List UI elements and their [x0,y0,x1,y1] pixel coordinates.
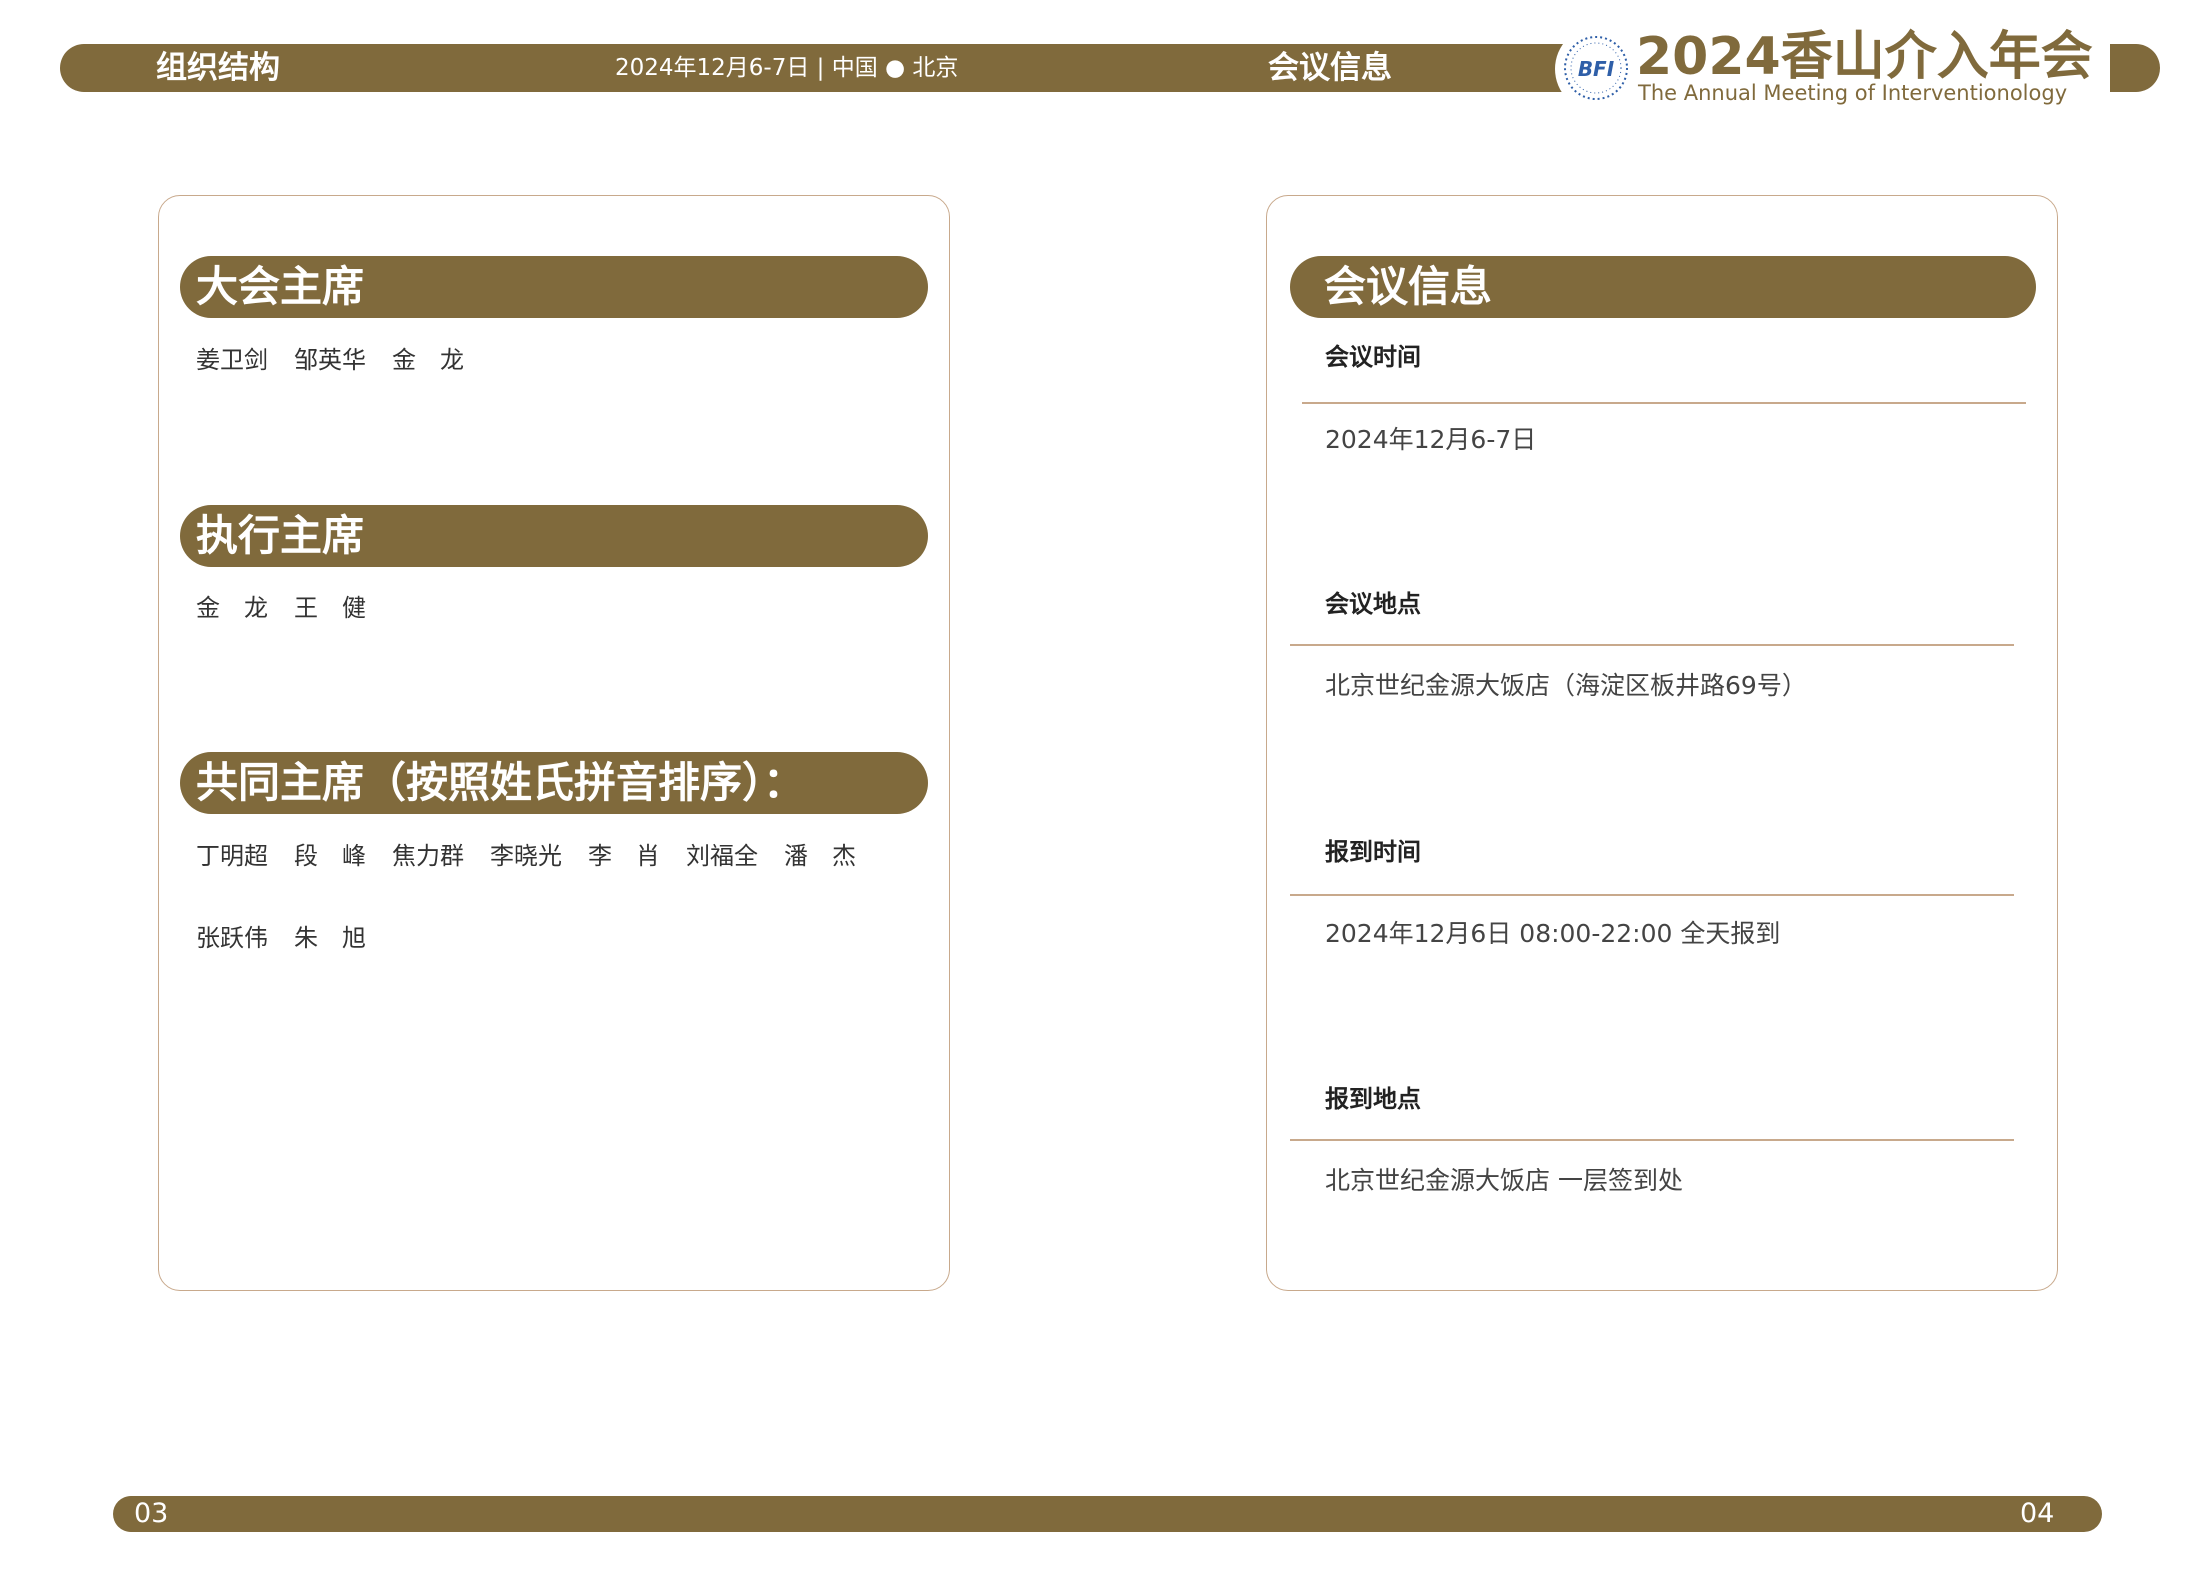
info-value-meeting-venue: 北京世纪金源大饭店（海淀区板井路69号） [1325,671,1807,700]
section-title-executive-chairman: 执行主席 [196,511,365,560]
divider [1290,644,2014,646]
info-label-meeting-venue: 会议地点 [1325,590,1421,618]
person-name: 李 肖 [588,842,660,870]
person-name: 朱 旭 [294,924,366,952]
person-name: 潘 杰 [784,842,856,870]
section-title-meeting-info: 会议信息 [1268,50,1392,86]
info-label-registration-time: 报到时间 [1325,838,1421,866]
person-name: 王 健 [294,594,366,622]
person-name: 焦力群 [392,842,464,870]
section-title-meeting-info-card: 会议信息 [1324,262,1493,311]
names-co-chairman-line-1: 丁明超段 峰焦力群 李晓光李 肖刘福全潘 杰 [196,838,882,874]
person-name: 金 龙 [392,346,464,374]
info-label-registration-place: 报到地点 [1325,1085,1421,1113]
info-value-registration-time: 2024年12月6日 08:00-22:00 全天报到 [1325,919,1781,948]
svg-text:BFI: BFI [1578,57,1615,81]
person-name: 李晓光 [490,842,562,870]
header-date-place: 2024年12月6-7日 | 中国 ● 北京 [615,55,959,81]
info-value-meeting-time: 2024年12月6-7日 [1325,425,1537,454]
names-chairman: 姜卫剑 邹英华金 龙 [196,342,490,378]
person-name: 张跃伟 [196,924,268,952]
divider [1290,894,2014,896]
logo-title: 2024香山介入年会 [1636,27,2093,87]
info-value-registration-place: 北京世纪金源大饭店 一层签到处 [1325,1166,1683,1195]
section-title-organization: 组织结构 [156,50,280,86]
person-name: 段 峰 [294,842,366,870]
logo-subtitle: The Annual Meeting of Interventionology [1638,81,2068,105]
divider [1302,402,2026,404]
names-executive-chairman: 金 龙王 健 [196,590,392,626]
person-name: 刘福全 [686,842,758,870]
section-title-co-chairman: 共同主席（按照姓氏拼音排序）： [196,758,806,807]
page-number-right: 04 [2020,1498,2055,1529]
person-name: 金 龙 [196,594,268,622]
names-co-chairman-line-2: 张跃伟朱 旭 [196,920,392,956]
person-name: 丁明超 [196,842,268,870]
divider [1290,1139,2014,1141]
info-label-meeting-time: 会议时间 [1325,343,1421,371]
person-name: 姜卫剑 [196,346,268,374]
logo-badge-icon: BFI [1563,30,1629,106]
page-number-left: 03 [134,1498,169,1529]
footer-bar [113,1496,2102,1532]
person-name: 邹英华 [294,346,366,374]
section-title-chairman: 大会主席 [196,262,365,311]
